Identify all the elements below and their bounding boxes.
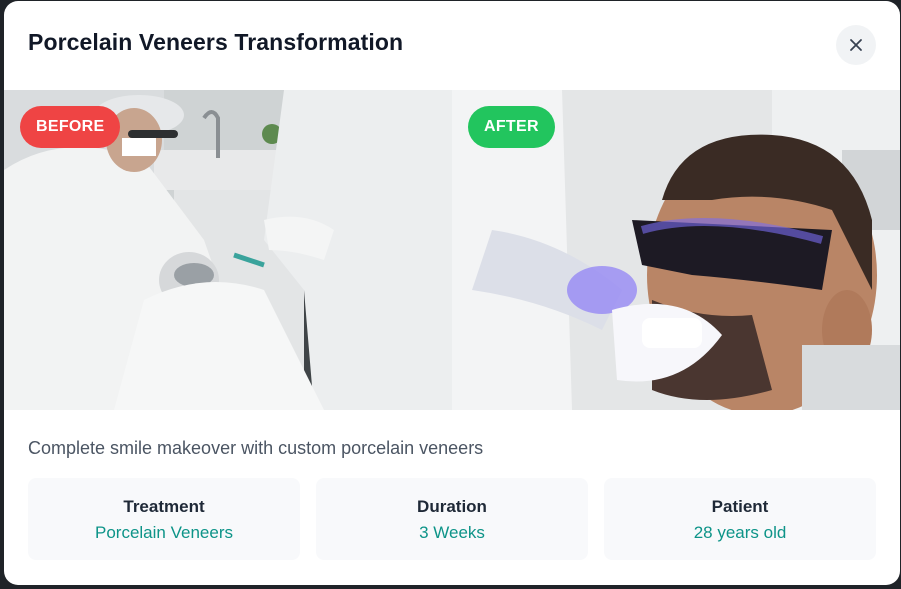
stats-row: Treatment Porcelain Veneers Duration 3 W… <box>28 478 876 560</box>
modal-title: Porcelain Veneers Transformation <box>28 29 404 55</box>
stat-value: Porcelain Veneers <box>95 523 233 542</box>
close-icon <box>850 39 862 51</box>
before-photo: BEFORE <box>4 90 452 410</box>
before-after-photos: BEFORE AFTER <box>4 90 900 410</box>
treatment-description: Complete smile makeover with custom porc… <box>28 438 484 458</box>
stat-label: Treatment <box>123 497 205 516</box>
after-badge: AFTER <box>468 106 555 148</box>
stat-card-duration: Duration 3 Weeks <box>316 478 588 560</box>
stat-value: 3 Weeks <box>419 523 485 542</box>
before-badge: BEFORE <box>20 106 121 148</box>
after-photo: AFTER <box>452 90 900 410</box>
stat-label: Patient <box>711 497 769 516</box>
stat-label: Duration <box>417 497 487 516</box>
stat-value: 28 years old <box>693 523 787 542</box>
close-button[interactable] <box>836 25 876 65</box>
stat-card-patient: Patient 28 years old <box>604 478 876 560</box>
transformation-modal: Porcelain Veneers Transformation BEFORE … <box>4 1 900 585</box>
modal-header: Porcelain Veneers Transformation <box>4 1 900 90</box>
stat-card-treatment: Treatment Porcelain Veneers <box>28 478 300 560</box>
